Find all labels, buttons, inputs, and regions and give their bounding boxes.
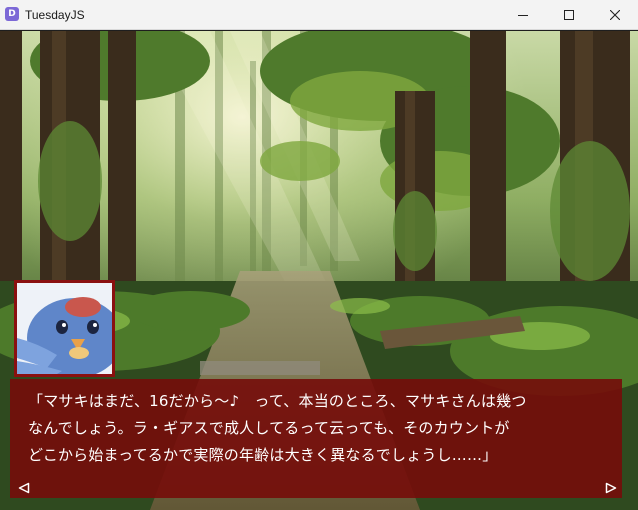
maximize-icon — [564, 10, 574, 20]
app-icon: D — [5, 7, 19, 21]
dialog-line: 「マサキはまだ、16だから〜♪ って、本当のところ、マサキさんは幾つ — [28, 392, 527, 410]
next-button[interactable] — [604, 479, 618, 494]
dialog-line: なんでしょう。ラ・ギアスで成人してるって云っても、そのカウントが — [28, 419, 510, 437]
close-button[interactable] — [592, 0, 638, 30]
previous-button[interactable] — [17, 479, 31, 494]
close-icon — [610, 10, 620, 20]
dialog-text: 「マサキはまだ、16だから〜♪ って、本当のところ、マサキさんは幾つ なんでしょ… — [28, 388, 616, 469]
triangle-left-icon — [18, 482, 30, 494]
triangle-right-icon — [605, 482, 617, 494]
dialog-line: どこから始まってるかで実際の年齢は大きく異なるでしょうし……」 — [28, 446, 498, 464]
window-title: TuesdayJS — [25, 8, 85, 22]
character-portrait — [14, 280, 115, 377]
maximize-button[interactable] — [546, 0, 592, 30]
minimize-icon — [518, 15, 528, 16]
window-titlebar: D TuesdayJS — [0, 0, 638, 30]
minimize-button[interactable] — [500, 0, 546, 30]
blue-bird-avatar — [17, 283, 112, 374]
